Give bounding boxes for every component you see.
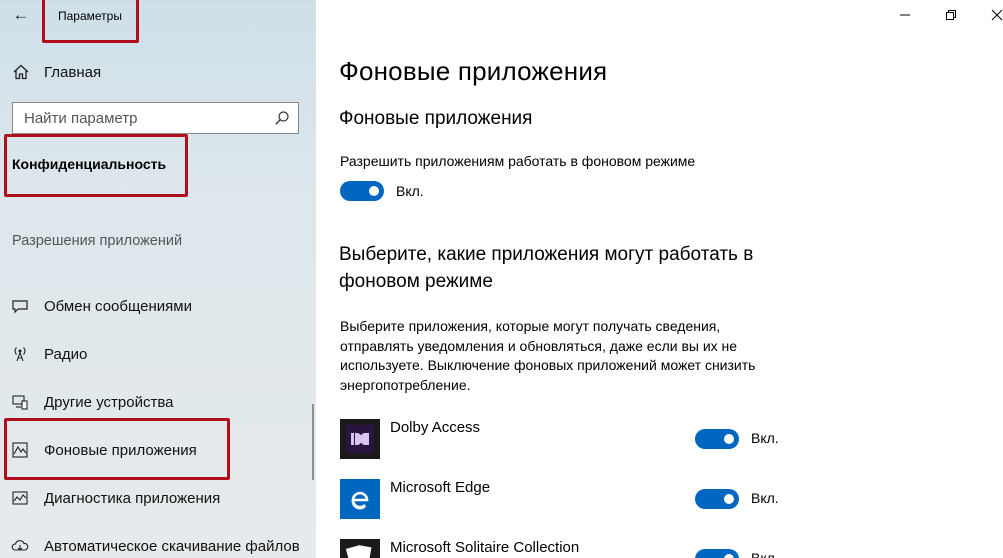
window-title: Параметры	[58, 9, 122, 23]
toggle-state: Вкл.	[751, 430, 779, 446]
sidebar-item-radio[interactable]: Радио	[0, 330, 316, 378]
sidebar-item-home[interactable]: Главная	[0, 54, 316, 90]
toggle-state: Вкл.	[751, 490, 779, 506]
section-title-continued: фоновом режиме	[339, 271, 493, 292]
solitaire-tile	[340, 539, 380, 558]
close-icon	[991, 9, 1003, 21]
cloud-download-icon	[11, 540, 29, 551]
sidebar-item-label: Диагностика приложения	[44, 489, 221, 507]
app-toggle[interactable]	[695, 429, 739, 449]
clipped-sidebar-item	[12, 259, 132, 271]
message-icon	[12, 300, 28, 314]
radio-icon	[14, 347, 26, 362]
section-title: Выберите, какие приложения могут работат…	[339, 244, 754, 265]
sidebar-item-messaging[interactable]: Обмен сообщениями	[0, 282, 316, 330]
restore-icon	[946, 10, 956, 20]
sidebar-item-label: Радио	[44, 345, 88, 363]
sidebar-section-title: Конфиденциальность	[12, 156, 167, 172]
devices-icon	[12, 395, 28, 410]
app-row-microsoft-edge: Microsoft Edge Вкл.	[340, 479, 780, 519]
sidebar-scrollbar[interactable]	[312, 404, 314, 480]
sidebar-item-label: Другие устройства	[44, 393, 174, 411]
cards-icon	[345, 545, 372, 558]
restore-button[interactable]	[928, 0, 974, 30]
app-toggle[interactable]	[695, 549, 739, 558]
minimize-button[interactable]	[882, 0, 928, 30]
app-row-microsoft-solitaire: Microsoft Solitaire Collection Вкл.	[340, 539, 780, 558]
sidebar-item-app-diagnostics[interactable]: Диагностика приложения	[0, 474, 316, 522]
sidebar-item-label: Главная	[44, 63, 102, 81]
search-input[interactable]	[13, 103, 263, 133]
microsoft-edge-tile	[340, 479, 380, 519]
background-apps-icon	[12, 442, 28, 458]
sidebar-group-title: Разрешения приложений	[12, 233, 183, 249]
app-name: Microsoft Solitaire Collection	[390, 539, 580, 556]
section-title: Фоновые приложения	[339, 108, 533, 129]
diagnostics-icon	[12, 491, 28, 505]
sidebar: ← Параметры Главная Конфиденциальность Р…	[0, 0, 316, 558]
dolby-access-tile	[340, 419, 380, 459]
close-button[interactable]	[974, 0, 1003, 30]
home-icon	[13, 64, 29, 80]
toggle-state: Вкл.	[396, 183, 424, 199]
app-name: Microsoft Edge	[390, 479, 491, 496]
search-icon[interactable]	[274, 110, 290, 126]
sidebar-item-auto-file-download[interactable]: Автоматическое скачивание файлов	[0, 522, 316, 558]
main-content: Фоновые приложения Фоновые приложения Ра…	[316, 0, 1003, 558]
description-text: Выберите приложения, которые могут получ…	[340, 318, 756, 393]
dolby-icon	[346, 425, 374, 453]
app-name: Dolby Access	[390, 419, 481, 436]
allow-background-toggle[interactable]	[340, 181, 384, 201]
page-title: Фоновые приложения	[339, 56, 608, 86]
app-toggle[interactable]	[695, 489, 739, 509]
edge-icon	[351, 491, 369, 510]
sidebar-item-label: Фоновые приложения	[44, 441, 197, 459]
minimize-icon	[900, 14, 910, 16]
app-row-dolby-access: Dolby Access Вкл.	[340, 419, 780, 459]
allow-background-label: Разрешить приложениям работать в фоновом…	[340, 153, 696, 169]
sidebar-item-label: Обмен сообщениями	[44, 297, 192, 315]
sidebar-item-label: Автоматическое скачивание файлов	[44, 537, 300, 555]
back-arrow-icon[interactable]: ←	[8, 3, 34, 27]
sidebar-item-background-apps[interactable]: Фоновые приложения	[0, 426, 316, 474]
sidebar-item-other-devices[interactable]: Другие устройства	[0, 378, 316, 426]
toggle-state: Вкл.	[751, 550, 779, 558]
search-box[interactable]	[12, 102, 299, 134]
